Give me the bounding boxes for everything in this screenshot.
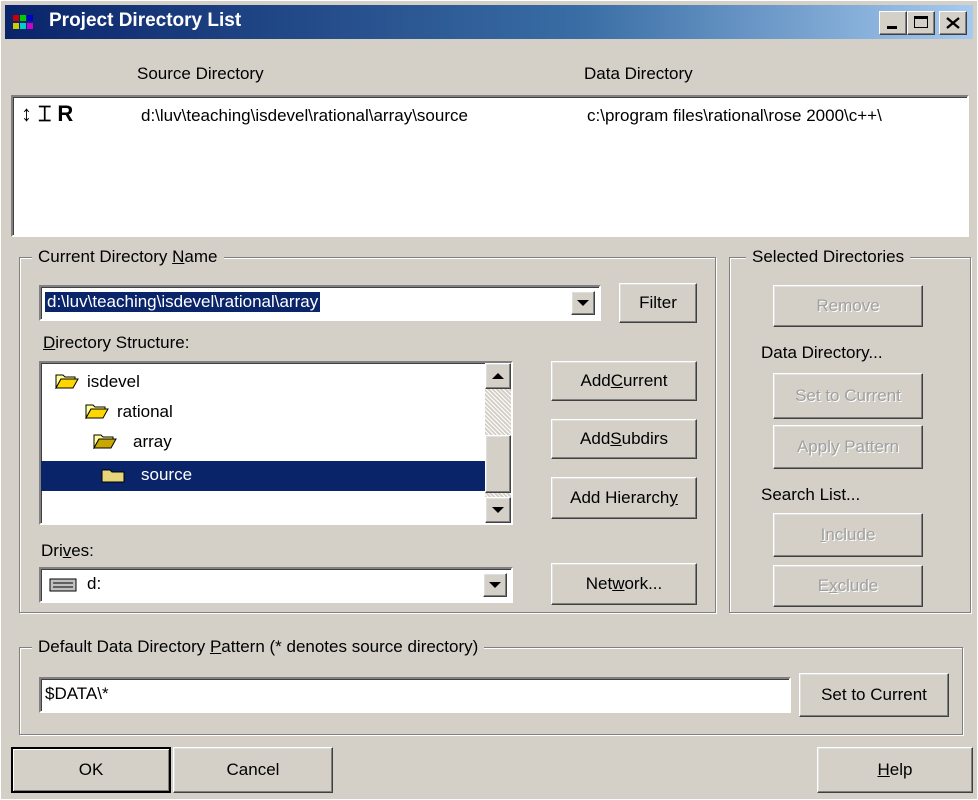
drives-dropdown-button[interactable] [483, 573, 507, 597]
ok-button[interactable]: OK [11, 747, 171, 793]
list-item[interactable]: isdevel [41, 367, 487, 397]
list-item[interactable]: rational [41, 397, 487, 427]
chevron-down-icon [492, 507, 504, 513]
open-folder-icon [55, 374, 79, 389]
row-data-dir: c:\program files\rational\rose 2000\c++\ [587, 106, 882, 125]
close-button[interactable] [939, 11, 967, 35]
selected-directories-label: Selected Directories [746, 247, 911, 267]
open-folder-icon [85, 404, 109, 419]
list-item[interactable]: source [41, 461, 487, 491]
list-item[interactable]: ↕ ⌶ R d:\luv\teaching\isdevel\rational\a… [21, 101, 967, 129]
folder-icon [101, 469, 125, 483]
current-directory-combo[interactable]: d:\luv\teaching\isdevel\rational\array [39, 285, 601, 321]
data-directory-label: Data Directory... [761, 343, 883, 362]
scroll-down-button[interactable] [485, 497, 511, 523]
exclude-button[interactable]: Ex clude [773, 565, 923, 607]
scroll-thumb[interactable] [485, 435, 511, 493]
minimize-icon [887, 26, 897, 29]
drive-icon [49, 578, 77, 592]
filter-button[interactable]: Filter [619, 283, 697, 323]
tree-item-label: array [133, 432, 172, 451]
current-directory-label: Current Directory Name [32, 247, 224, 267]
add-current-button[interactable]: Add Current [551, 361, 697, 401]
add-hierarchy-button[interactable]: Add Hierarch y [551, 477, 697, 519]
title-bar[interactable]: Project Directory List [5, 5, 973, 39]
cancel-button[interactable]: Cancel [173, 747, 333, 793]
list-item[interactable]: array [41, 427, 487, 457]
row-source-dir: d:\luv\teaching\isdevel\rational\array\s… [141, 106, 468, 125]
directory-structure-label: Directory Structure: [43, 333, 190, 352]
search-list-label: Search List... [761, 485, 861, 504]
set-to-current-data-button[interactable]: Set to Current [773, 373, 923, 419]
chevron-down-icon [577, 300, 589, 306]
column-header-data[interactable]: Data Directory [584, 64, 693, 84]
directory-tree[interactable]: isdevel rational array source [39, 361, 513, 525]
directory-list[interactable]: ↕ ⌶ R d:\luv\teaching\isdevel\rational\a… [11, 95, 969, 237]
network-button[interactable]: Net w ork... [551, 563, 697, 605]
maximize-icon [914, 16, 928, 28]
include-button[interactable]: Include [773, 513, 923, 557]
pattern-input[interactable]: $DATA\* [39, 677, 791, 713]
open-folder-icon [93, 434, 117, 449]
scroll-up-button[interactable] [485, 363, 511, 389]
drives-combo[interactable]: d: [39, 567, 513, 603]
tree-item-label: rational [117, 402, 173, 421]
pattern-set-to-current-button[interactable]: Set to Current [799, 673, 949, 717]
maximize-button[interactable] [907, 11, 935, 35]
current-directory-dropdown-button[interactable] [571, 291, 595, 315]
app-icon [13, 15, 33, 29]
close-icon [946, 17, 960, 29]
drive-value: d: [87, 574, 102, 593]
apply-pattern-button[interactable]: Apply Pattern [773, 425, 923, 469]
pattern-value: $DATA\* [45, 684, 109, 703]
tree-item-label: source [141, 465, 193, 484]
current-directory-value: d:\luv\teaching\isdevel\rational\array [45, 292, 321, 312]
project-directory-list-dialog: Project Directory List Source Directory … [0, 0, 978, 800]
row-status-icons: ↕ ⌶ R [21, 101, 74, 126]
tree-item-label: isdevel [87, 372, 140, 391]
remove-button[interactable]: Remove [773, 285, 923, 327]
column-header-source[interactable]: Source Directory [137, 64, 264, 84]
tree-scrollbar[interactable] [485, 363, 511, 523]
window-title: Project Directory List [49, 10, 242, 31]
pattern-label: Default Data Directory Pattern (* denote… [32, 637, 485, 657]
add-subdirs-button[interactable]: Add Subdirs [551, 419, 697, 459]
chevron-down-icon [489, 582, 501, 588]
chevron-up-icon [492, 373, 504, 379]
help-button[interactable]: Help [817, 747, 973, 793]
minimize-button[interactable] [879, 11, 907, 35]
drives-label: Drives: [41, 541, 94, 560]
